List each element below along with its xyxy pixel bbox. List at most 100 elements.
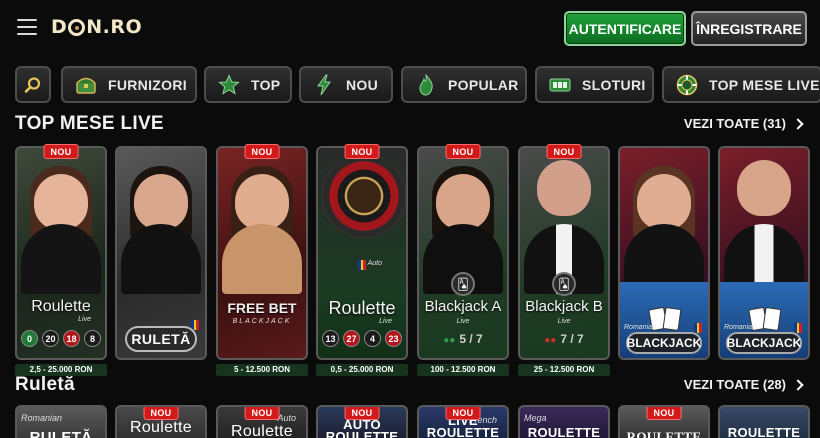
top-header: D N.RO AUTENTIFICARE ÎNREGISTRARE xyxy=(0,0,820,56)
game-subtitle: Live xyxy=(379,318,392,325)
game-title: RULETĂ xyxy=(29,429,93,438)
game-title-pill: BLACKJACK xyxy=(626,332,702,354)
chevron-right-icon xyxy=(792,117,804,130)
seats-count: 7 / 7 xyxy=(560,332,584,346)
search-icon xyxy=(22,74,44,96)
result-number: 23 xyxy=(385,330,402,347)
game-title: ROULETTE xyxy=(727,425,801,438)
result-number: 20 xyxy=(42,330,59,347)
new-badge: NOU xyxy=(445,407,481,420)
game-subtitle: Live xyxy=(456,318,470,325)
category-top-mese-live[interactable]: TOP MESE LIVE xyxy=(662,66,820,103)
category-sloturi[interactable]: SLOTURI xyxy=(535,66,654,103)
register-button[interactable]: ÎNREGISTRARE xyxy=(691,11,807,46)
result-number: 8 xyxy=(84,330,101,347)
lightning-icon xyxy=(313,74,335,96)
bet-limits: 100 - 12.500 RON xyxy=(417,364,509,376)
section-title-top-live: TOP MESE LIVE xyxy=(15,113,164,134)
new-badge: NOU xyxy=(344,144,380,159)
new-badge: NOU xyxy=(344,407,380,420)
logo-text-left: D xyxy=(51,16,68,38)
logo-text-right: N.RO xyxy=(86,16,143,38)
game-title: ROULETTE xyxy=(527,425,601,438)
category-label: TOP xyxy=(251,76,281,93)
game-card[interactable]: RULETĂ xyxy=(115,146,207,386)
game-card[interactable]: NOU AUTO ROULETTE xyxy=(316,405,408,438)
game-title: Blackjack A xyxy=(424,298,502,315)
game-card[interactable]: Romanian BLACKJACK xyxy=(718,146,810,386)
game-title-pill: RULETĂ xyxy=(125,326,197,352)
game-title: Roulette xyxy=(130,419,192,436)
new-badge: NOU xyxy=(646,407,682,420)
category-popular[interactable]: POPULAR xyxy=(401,66,527,103)
star-icon xyxy=(218,73,240,96)
game-subtitle: BLACKJACK xyxy=(232,318,292,325)
new-badge: NOU xyxy=(546,144,582,159)
chevron-right-icon xyxy=(792,378,804,391)
game-title: FREE BET xyxy=(227,300,297,316)
category-label: SLOTURI xyxy=(582,76,646,93)
game-card[interactable]: Romanian BLACKJACK xyxy=(618,146,710,386)
bet-limits: 25 - 12.500 RON xyxy=(518,364,610,376)
category-label: NOU xyxy=(346,76,379,93)
slot-icon xyxy=(549,74,571,96)
search-button[interactable] xyxy=(15,66,51,103)
bet-limits: 0,5 - 25.000 RON xyxy=(316,364,408,376)
new-badge: NOU xyxy=(43,144,79,159)
see-all-ruleta[interactable]: VEZI TOATE (28) xyxy=(684,377,804,392)
new-badge: NOU xyxy=(143,407,179,420)
result-number: 27 xyxy=(343,330,360,347)
menu-icon[interactable] xyxy=(17,19,37,35)
result-number: 18 xyxy=(63,330,80,347)
game-card[interactable]: ROULETTE xyxy=(718,405,810,438)
seats-available: ●● 7 / 7 xyxy=(520,332,608,346)
see-all-top-live[interactable]: VEZI TOATE (31) xyxy=(683,116,804,131)
bet-limits: 5 - 12.500 RON xyxy=(216,364,308,376)
result-number: 13 xyxy=(322,330,339,347)
logo-chip-icon xyxy=(68,18,86,36)
game-title: ROULETTE xyxy=(626,429,702,438)
game-card[interactable]: NOU Roulette Live 0 20 18 8 2,5 - 25.000… xyxy=(15,144,107,386)
game-subtitle: Live xyxy=(557,318,571,325)
category-label: FURNIZORI xyxy=(108,76,187,93)
game-title: Roulette xyxy=(231,423,293,438)
game-pretitle: Mega xyxy=(524,413,547,423)
section-title-ruleta: Ruletă xyxy=(15,374,75,395)
new-badge: NOU xyxy=(244,407,280,420)
game-card[interactable]: NOU 🂡 Blackjack A Live ●● 5 / 7 100 - 12.… xyxy=(417,144,509,386)
game-subtitle: Romanian xyxy=(724,324,756,331)
top-live-row: NOU Roulette Live 0 20 18 8 2,5 - 25.000… xyxy=(15,144,820,386)
category-label: POPULAR xyxy=(448,76,519,93)
seats-icon: ●● xyxy=(443,335,456,346)
login-button[interactable]: AUTENTIFICARE xyxy=(564,11,686,46)
game-card[interactable]: NOU FREE BET BLACKJACK 5 - 12.500 RON xyxy=(216,144,308,386)
game-subtitle: Romanian xyxy=(624,324,656,331)
site-logo[interactable]: D N.RO xyxy=(51,16,142,38)
flame-icon xyxy=(415,73,437,96)
game-title: Roulette xyxy=(328,298,396,318)
recent-numbers: 0 20 18 8 xyxy=(21,330,101,347)
game-title: Roulette xyxy=(31,298,91,315)
chip-icon xyxy=(676,74,698,96)
category-label: TOP MESE LIVE xyxy=(709,76,820,93)
game-card[interactable]: NOU Roulette xyxy=(115,405,207,438)
game-card[interactable]: NOU 🂡 Blackjack B Live ●● 7 / 7 25 - 12.5… xyxy=(518,144,610,386)
seats-count: 5 / 7 xyxy=(459,332,483,346)
result-number: 4 xyxy=(364,330,381,347)
game-card[interactable]: Mega ROULETTE xyxy=(518,405,610,438)
blackjack-cards-icon: 🂡 xyxy=(451,272,475,296)
see-all-label: VEZI TOATE (31) xyxy=(683,116,786,131)
game-pretitle: Romanian xyxy=(21,413,63,423)
category-bar: FURNIZORI TOP NOU POPULAR SLOTURI TOP ME… xyxy=(0,66,820,104)
game-subtitle: Live xyxy=(78,316,91,323)
category-furnizori[interactable]: FURNIZORI xyxy=(61,66,197,103)
game-card[interactable]: NOU Auto Roulette Live 13 27 4 23 0,5 - … xyxy=(316,144,408,386)
game-card[interactable]: Romanian RULETĂ xyxy=(15,405,107,438)
result-number: 0 xyxy=(21,330,38,347)
category-top[interactable]: TOP xyxy=(204,66,292,103)
game-card[interactable]: NOU French LIVE ROULETTE xyxy=(417,405,509,438)
seats-available: ●● 5 / 7 xyxy=(419,332,507,346)
game-card[interactable]: NOU ROULETTE xyxy=(618,405,710,438)
game-card[interactable]: NOU Auto Roulette xyxy=(216,405,308,438)
category-nou[interactable]: NOU xyxy=(299,66,393,103)
